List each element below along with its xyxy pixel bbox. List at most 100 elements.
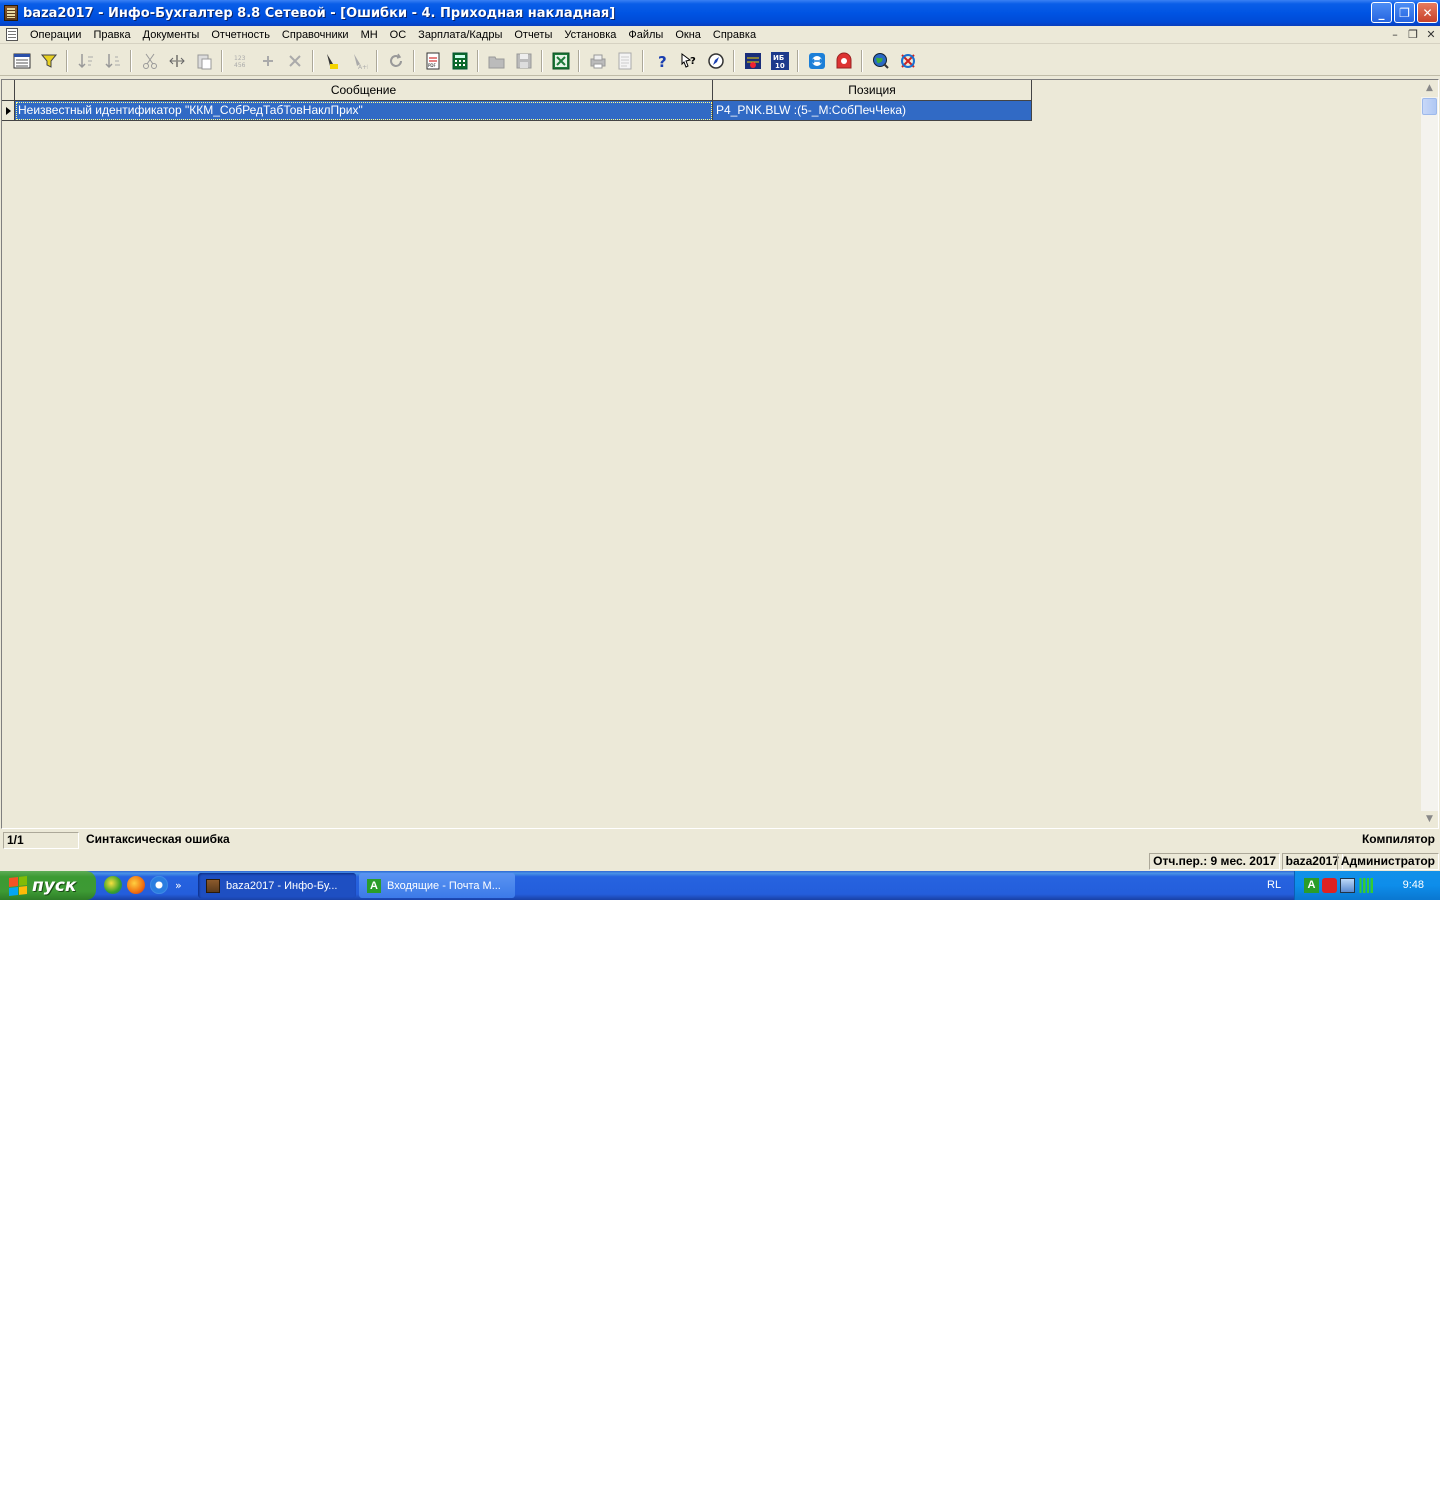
- pdf-icon[interactable]: PDF: [421, 49, 445, 73]
- restore-button[interactable]: ❐: [1394, 2, 1415, 23]
- network-icon[interactable]: [1340, 878, 1355, 893]
- menu-files[interactable]: Файлы: [622, 26, 669, 44]
- toolbar-separator: [130, 49, 132, 72]
- report-period: Отч.пер.: 9 мес. 2017: [1149, 853, 1280, 870]
- toolbar-separator: [541, 49, 543, 72]
- menu-edit[interactable]: Правка: [87, 26, 136, 44]
- mdi-controls: – ❐ ✕: [1388, 26, 1438, 44]
- mdi-close-button[interactable]: ✕: [1424, 28, 1438, 42]
- paste-icon[interactable]: [192, 49, 216, 73]
- vertical-scrollbar[interactable]: ▲ ▼: [1421, 80, 1438, 828]
- scroll-down-icon[interactable]: ▼: [1421, 811, 1438, 828]
- toolbar-separator: [312, 49, 314, 72]
- copy-icon[interactable]: [165, 49, 189, 73]
- add-icon[interactable]: [256, 49, 280, 73]
- svg-text:123: 123: [234, 55, 246, 62]
- menu-salary[interactable]: Зарплата/Кадры: [412, 26, 508, 44]
- title-bar[interactable]: baza2017 - Инфо-Бухгалтер 8.8 Сетевой - …: [0, 0, 1440, 26]
- column-header-message[interactable]: Сообщение: [15, 80, 713, 101]
- task-button-mail[interactable]: A Входящие - Почта M...: [359, 873, 515, 898]
- quick-launch-more[interactable]: »: [175, 879, 182, 892]
- start-button[interactable]: пуск: [0, 871, 96, 900]
- mdi-minimize-button[interactable]: –: [1388, 28, 1402, 42]
- menu-operations[interactable]: Операции: [24, 26, 87, 44]
- browser-icon[interactable]: [104, 876, 122, 894]
- grid-header: Сообщение Позиция: [2, 80, 1032, 101]
- svg-text:ИБ: ИБ: [773, 54, 784, 62]
- mail-agent-icon[interactable]: A: [1304, 878, 1319, 893]
- print-icon[interactable]: [586, 49, 610, 73]
- clear-filter-icon[interactable]: A+B: [347, 49, 371, 73]
- highlight-icon[interactable]: [320, 49, 344, 73]
- sort-desc-icon[interactable]: [101, 49, 125, 73]
- scroll-thumb[interactable]: [1422, 98, 1437, 115]
- app-icon: [206, 878, 220, 893]
- save-icon[interactable]: [512, 49, 536, 73]
- record-counter: 1/1: [3, 832, 79, 849]
- firefox-icon[interactable]: [127, 876, 145, 894]
- web-icon[interactable]: [869, 49, 893, 73]
- cell-position[interactable]: P4_PNK.BLW :(5-_M:СобПечЧека): [713, 101, 1032, 121]
- preview-icon[interactable]: [613, 49, 637, 73]
- delete-icon[interactable]: [283, 49, 307, 73]
- grid-icon[interactable]: [10, 49, 34, 73]
- menu-reporting[interactable]: Отчетность: [205, 26, 276, 44]
- minimize-button[interactable]: _: [1371, 2, 1392, 23]
- start-label: пуск: [32, 875, 77, 896]
- clock[interactable]: 9:48: [1403, 879, 1424, 891]
- toolbar-separator: [797, 49, 799, 72]
- menu-reports[interactable]: Отчеты: [508, 26, 558, 44]
- menu-help[interactable]: Справка: [707, 26, 762, 44]
- language-indicator[interactable]: RL: [1267, 879, 1281, 891]
- wifi-icon[interactable]: [1358, 878, 1373, 893]
- menu-directories[interactable]: Справочники: [276, 26, 355, 44]
- context-help-icon[interactable]: ?: [677, 49, 701, 73]
- menu-settings[interactable]: Установка: [558, 26, 622, 44]
- window-controls: _ ❐ ✕: [1371, 2, 1438, 23]
- mail-agent-icon: A: [367, 878, 381, 893]
- toolbar-separator: [578, 49, 580, 72]
- svg-text:?: ?: [690, 56, 696, 67]
- menu-windows[interactable]: Окна: [669, 26, 707, 44]
- update-icon[interactable]: [896, 49, 920, 73]
- ib10-icon[interactable]: ИБ 10: [768, 49, 792, 73]
- table-row[interactable]: Неизвестный идентификатор "ККМ_СобРедТаб…: [2, 101, 1032, 121]
- refresh-icon[interactable]: [384, 49, 408, 73]
- mdi-restore-button[interactable]: ❐: [1406, 28, 1420, 42]
- quick-launch: »: [104, 876, 182, 894]
- user-name: Администратор: [1336, 853, 1439, 870]
- filter-icon[interactable]: [37, 49, 61, 73]
- help-icon[interactable]: ?: [650, 49, 674, 73]
- document-icon[interactable]: [6, 28, 18, 41]
- toolbar-separator: [376, 49, 378, 72]
- sort-asc-icon[interactable]: [74, 49, 98, 73]
- compass-icon[interactable]: [704, 49, 728, 73]
- menu-mn[interactable]: МН: [355, 26, 384, 44]
- cell-message[interactable]: Неизвестный идентификатор "ККМ_СобРедТаб…: [15, 101, 713, 121]
- toolbar-separator: [861, 49, 863, 72]
- open-icon[interactable]: [485, 49, 509, 73]
- application-window: baza2017 - Инфо-Бухгалтер 8.8 Сетевой - …: [0, 0, 1440, 900]
- menu-documents[interactable]: Документы: [137, 26, 206, 44]
- windows-logo-icon: [9, 875, 27, 896]
- cut-icon[interactable]: [138, 49, 162, 73]
- antivirus-icon[interactable]: [1322, 878, 1337, 893]
- app-status-bar: Отч.пер.: 9 мес. 2017 baza2017 Администр…: [0, 852, 1440, 871]
- close-button[interactable]: ✕: [1417, 2, 1438, 23]
- ie-icon[interactable]: [150, 876, 168, 894]
- scroll-up-icon[interactable]: ▲: [1421, 80, 1438, 97]
- app-icon[interactable]: [4, 5, 18, 21]
- menu-os[interactable]: ОС: [384, 26, 413, 44]
- teamviewer-icon[interactable]: [805, 49, 829, 73]
- column-header-position[interactable]: Позиция: [713, 80, 1032, 101]
- info-icon[interactable]: [741, 49, 765, 73]
- task-button-infobuh[interactable]: baza2017 - Инфо-Бу...: [198, 873, 356, 898]
- excel-icon[interactable]: [549, 49, 573, 73]
- error-source: Компилятор: [1361, 832, 1435, 846]
- svg-text:PDF: PDF: [428, 63, 436, 68]
- task-label: Входящие - Почта M...: [387, 879, 501, 892]
- number-icon[interactable]: 123 456: [229, 49, 253, 73]
- calculator-icon[interactable]: [448, 49, 472, 73]
- error-type: Синтаксическая ошибка: [86, 832, 230, 846]
- remote-icon[interactable]: [832, 49, 856, 73]
